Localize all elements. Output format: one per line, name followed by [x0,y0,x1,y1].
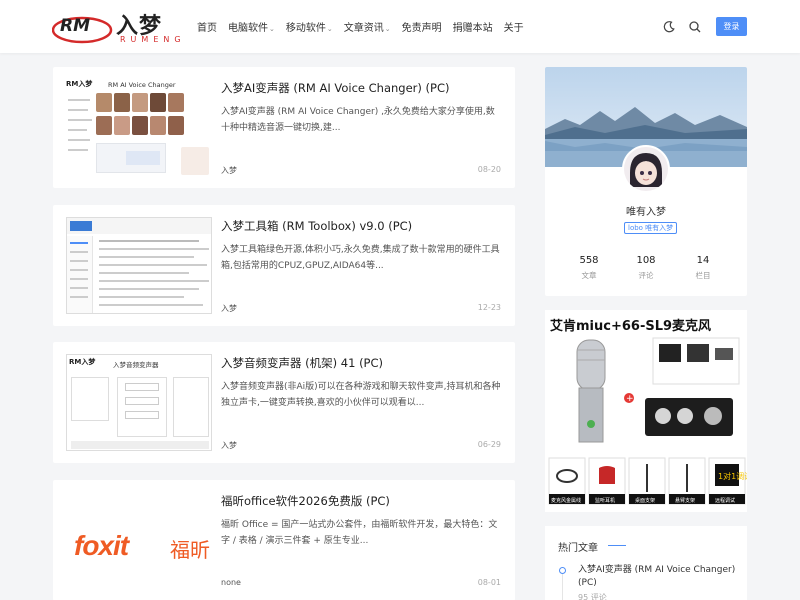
ad-item-label: 麦克风金属线 [551,497,581,504]
ad-product-image: + 1对1调试 麦克风金属线 监听耳机 桌面支架 悬臂支架 远程调试 [548,337,747,505]
post-title[interactable]: 入梦工具箱 (RM Toolbox) v9.0 (PC) [221,218,412,234]
stat-value: 558 [579,255,599,266]
post-excerpt: 福昕 Office = 国产一站式办公套件，由福昕软件开发，最大特色：文字 / … [221,520,498,546]
chevron-down-icon: ⌄ [384,25,391,33]
post-excerpt: 入梦AI变声器 (RM AI Voice Changer) ,永久免费给大家分享… [221,107,495,133]
post-title[interactable]: 福昕office软件2026免费版 (PC) [221,493,390,509]
post-date: 06-29 [477,440,501,449]
profile-name: 唯有入梦 [626,207,666,218]
site-header: RM 入梦 RUMENG 首页 电脑软件⌄ 移动软件⌄ 文章资讯⌄ 免责声明 捐赠本站 关于… [0,0,800,53]
nav-item-label: 捐赠本站 [452,23,493,34]
hot-article-link[interactable]: 入梦AI变声器 (RM AI Voice Changer) (PC) [578,564,738,590]
logo-rm: RM [60,16,91,36]
post-excerpt: 入梦工具箱绿色开源,体积小巧,永久免费,集成了数十款常用的硬件工具箱,包括常用的… [221,245,500,271]
search-icon[interactable] [688,19,702,33]
stat-value: 108 [636,255,656,266]
foxit-logo: foxit [74,530,129,561]
post-thumbnail[interactable]: RM入梦 入梦音频变声器 [66,354,212,451]
post-date: 12-23 [477,303,501,312]
post-thumbnail[interactable] [66,217,212,314]
profile-tag: lobo 唯有入梦 [624,222,678,234]
nav-item-label: 移动软件 [285,23,326,34]
stat-articles: 558 文章 [559,255,619,281]
dark-mode-moon-icon[interactable] [662,19,676,33]
login-button[interactable]: 登录 [716,17,747,36]
ad-item-label: 远程调试 [715,497,735,504]
chevron-down-icon: ⌄ [326,25,333,33]
sidebar-ad[interactable]: 艾肯miuc+66-SL9麦克风 + 1对1调试 [545,310,747,512]
nav-item[interactable]: 免责声明 [402,19,442,34]
nav-item-label: 首页 [197,23,217,34]
post-title[interactable]: 入梦AI变声器 (RM AI Voice Changer) (PC) [221,80,449,96]
post-author[interactable]: 入梦 [221,165,237,176]
main-nav: 首页 电脑软件⌄ 移动软件⌄ 文章资讯⌄ 免责声明 捐赠本站 关于 [197,19,535,34]
thumb-logo: RM入梦 [66,80,93,88]
post-card[interactable]: RM入梦 入梦音频变声器 入梦音频变声器 (机架) 41 (PC) 入梦音频变声… [53,342,515,463]
nav-item-label: 文章资讯 [343,23,384,34]
logo-subtext: RUMENG [120,35,186,44]
stat-label: 栏目 [695,271,711,280]
post-thumbnail[interactable]: foxit 福昕 [66,492,212,589]
nav-item[interactable]: 首页 [197,19,217,34]
chevron-down-icon: ⌄ [269,25,275,33]
post-date: 08-01 [477,578,501,587]
post-author[interactable]: none [221,578,241,587]
timeline-dot-icon [559,567,566,574]
ad-title: 艾肯miuc+66-SL9麦克风 [550,319,712,334]
nav-item-label: 关于 [503,23,524,34]
ad-item-label: 桌面支架 [635,497,655,504]
post-thumbnail[interactable]: RM入梦 RM AI Voice Changer [66,79,212,176]
thumb-app-icon [70,221,92,231]
nav-item[interactable]: 文章资讯⌄ [344,19,391,34]
post-card[interactable]: RM入梦 RM AI Voice Changer 入梦AI变声器 (RM AI … [53,67,515,188]
nav-item[interactable]: 关于 [504,19,524,34]
thumb-app-title: 入梦音频变声器 [113,361,159,369]
stat-label: 文章 [581,271,597,280]
ad-item-label: 监听耳机 [595,497,615,504]
avatar[interactable] [622,145,670,193]
post-excerpt: 入梦音频变声器(非Ai版)可以在各种游戏和聊天软件变声,持耳机和各种独立声卡,一… [221,382,501,408]
post-card[interactable]: 入梦工具箱 (RM Toolbox) v9.0 (PC) 入梦工具箱绿色开源,体… [53,205,515,326]
nav-item[interactable]: 电脑软件⌄ [228,19,275,34]
stat-label: 评论 [638,271,654,280]
svg-text:+: + [626,394,634,404]
hot-articles-widget: 热门文章 入梦AI变声器 (RM AI Voice Changer) (PC) … [545,526,747,600]
ad-item-label: 悬臂支架 [675,497,695,504]
thumb-logo: RM入梦 [69,358,96,366]
thumb-app-title: RM AI Voice Changer [108,81,176,89]
post-title[interactable]: 入梦音频变声器 (机架) 41 (PC) [221,355,383,371]
stat-comments: 108 评论 [616,255,676,281]
nav-item[interactable]: 捐赠本站 [453,19,493,34]
timeline-line [562,574,563,600]
nav-item-label: 电脑软件 [228,23,268,34]
post-author[interactable]: 入梦 [221,303,237,314]
nav-item-label: 免责声明 [401,23,442,34]
hot-article-meta: 95 评论 [578,593,607,600]
foxit-logo-cn: 福昕 [170,538,210,562]
stat-value: 14 [696,255,710,266]
nav-item[interactable]: 移动软件⌄ [286,19,333,34]
post-author[interactable]: 入梦 [221,440,237,451]
ad-badge: 1对1调试 [718,471,747,481]
post-date: 08-20 [477,165,501,174]
site-logo[interactable]: RM 入梦 RUMENG [52,8,181,46]
heading-underline [608,545,626,546]
author-profile-card: 唯有入梦 lobo 唯有入梦 558 文章 108 评论 14 栏目 [545,67,747,296]
hot-articles-heading: 热门文章 [558,543,598,554]
post-card[interactable]: foxit 福昕 福昕office软件2026免费版 (PC) 福昕 Offic… [53,480,515,600]
stat-columns: 14 栏目 [673,255,733,281]
